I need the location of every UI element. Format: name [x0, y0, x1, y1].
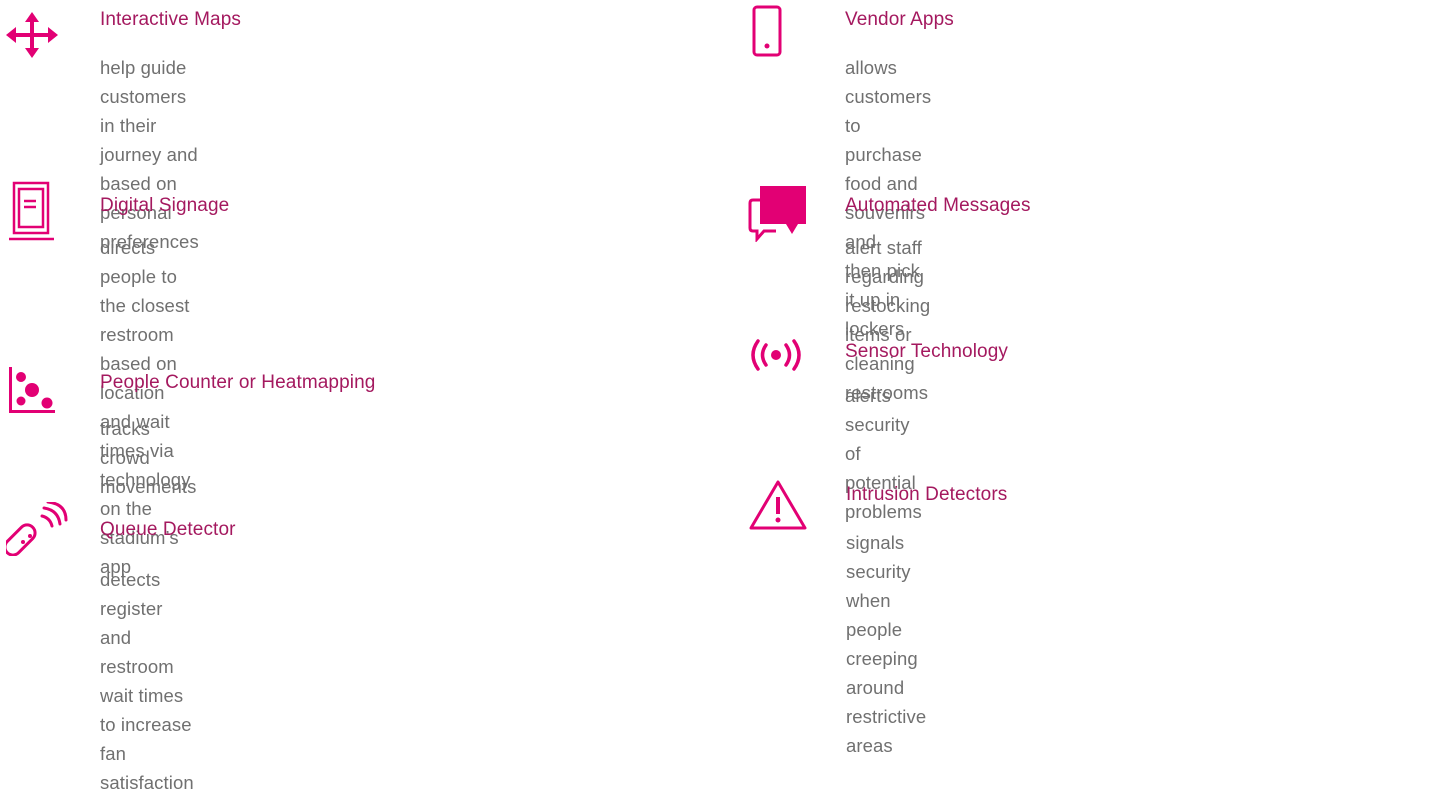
feature-title: Digital Signage — [100, 195, 230, 216]
feature-description: signals security when people creeping ar… — [846, 528, 926, 760]
description-line: fan satisfaction — [100, 743, 194, 793]
feature-description: help guide customers in their journey an… — [100, 53, 199, 256]
broadcast-sensor-icon — [744, 337, 808, 373]
description-line: tracks crowd movements — [100, 418, 197, 497]
remote-sensor-icon — [6, 502, 68, 556]
feature-description: tracks crowd movements — [100, 414, 197, 501]
feature-title: People Counter or Heatmapping — [100, 372, 376, 393]
feature-description: detects register and restroom wait times… — [100, 565, 194, 797]
feature-title: Vendor Apps — [845, 9, 954, 30]
feature-title: Sensor Technology — [845, 341, 1008, 362]
description-line: restrictive areas — [846, 706, 927, 756]
chat-bubbles-icon — [746, 184, 808, 242]
feature-title: Automated Messages — [845, 195, 1031, 216]
feature-title: Queue Detector — [100, 519, 236, 540]
feature-title: Interactive Maps — [100, 9, 241, 30]
description-line: signals security when people creeping ar… — [846, 532, 918, 698]
description-line: detects register and restroom wait times… — [100, 569, 192, 735]
description-line: help guide customers in their journey an… — [100, 57, 198, 194]
description-line: allows customers to purchase food and so… — [845, 57, 932, 252]
warning-triangle-icon — [748, 479, 808, 531]
move-arrows-icon — [6, 12, 58, 58]
scatter-plot-icon — [7, 365, 57, 415]
digital-sign-icon — [6, 181, 58, 243]
mobile-phone-icon — [752, 5, 782, 57]
feature-title: Intrusion Detectors — [846, 484, 1008, 505]
